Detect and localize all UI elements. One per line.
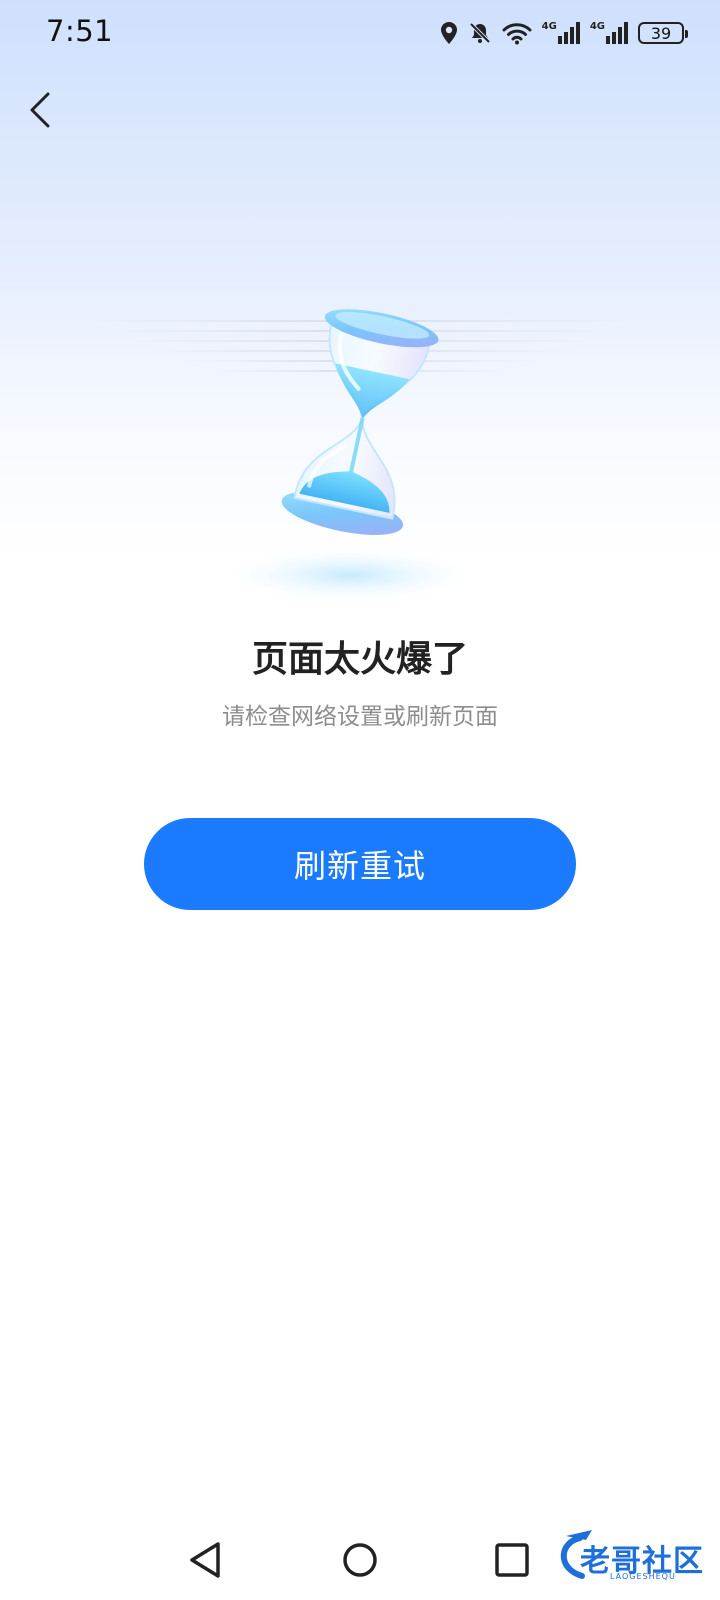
back-button[interactable] <box>20 88 64 132</box>
hourglass-icon <box>90 309 630 601</box>
status-time: 7:51 <box>46 14 114 48</box>
signal-4g-icon: 4G <box>542 22 580 44</box>
bell-muted-icon <box>468 21 492 45</box>
nav-home-button[interactable] <box>338 1538 382 1582</box>
battery-level: 39 <box>650 23 672 43</box>
nav-home-icon <box>343 1543 377 1577</box>
retry-button[interactable]: 刷新重试 <box>144 818 576 910</box>
wifi-icon <box>502 21 532 45</box>
watermark-logo: 老哥社区 LAOGESHEQU <box>552 1528 712 1588</box>
nav-recents-button[interactable] <box>490 1538 534 1582</box>
battery-icon: 39 <box>638 22 688 44</box>
status-bar: 7:51 4G 4G 39 <box>0 0 720 64</box>
page-title: 页面太火爆了 <box>251 639 468 680</box>
watermark-subtext: LAOGESHEQU <box>610 1572 676 1581</box>
nav-recents-icon <box>495 1543 529 1577</box>
chevron-left-icon <box>30 92 50 128</box>
nav-back-button[interactable] <box>184 1538 228 1582</box>
hourglass-illustration <box>60 290 660 610</box>
nav-back-icon <box>190 1542 220 1578</box>
location-icon <box>440 21 458 45</box>
signal-4g-icon: 4G <box>590 22 628 44</box>
page-subtitle: 请检查网络设置或刷新页面 <box>222 704 498 730</box>
status-icons: 4G 4G 39 <box>440 16 688 50</box>
